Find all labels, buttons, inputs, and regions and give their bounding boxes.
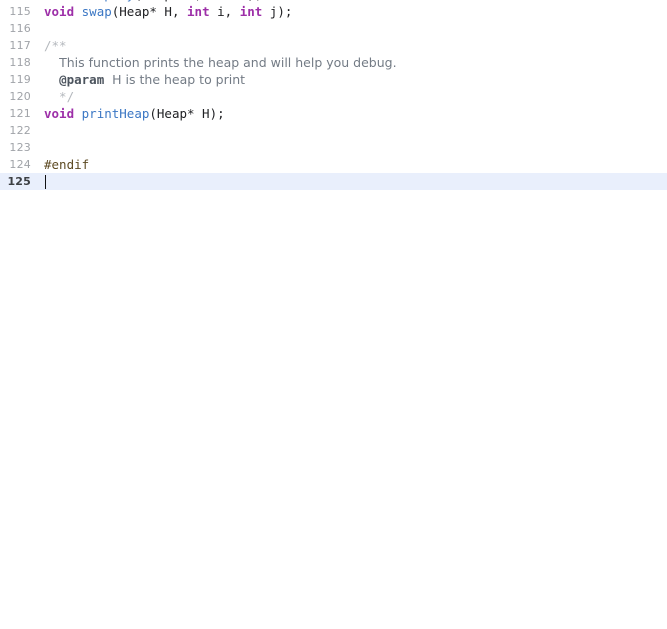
code-line-text: */ [44, 88, 74, 105]
code-token-doc-tag: @param [59, 72, 105, 87]
code-line-text: This function prints the heap and will h… [44, 54, 397, 71]
code-line[interactable]: 122 [0, 122, 667, 139]
code-line[interactable]: 124 #endif [0, 156, 667, 173]
code-token-kw: void [44, 4, 82, 19]
code-line-text: @param H is the heap to print [44, 71, 245, 88]
code-line[interactable]: 116 [0, 20, 667, 37]
text-cursor [45, 175, 46, 189]
line-number: 125 [7, 175, 31, 188]
line-number: 122 [9, 124, 31, 137]
code-token-kw: int [187, 4, 210, 19]
code-token-comment [44, 72, 59, 87]
code-token-kw: int [210, 0, 233, 2]
code-line-text: /** [44, 37, 67, 54]
line-number: 124 [9, 158, 31, 171]
code-line[interactable]: 115 void swap(Heap* H, int i, int j); [0, 3, 667, 20]
line-number: 117 [9, 39, 31, 52]
code-token-plain: i); [232, 0, 263, 2]
code-token-comment: /** [44, 38, 67, 53]
line-number: 115 [9, 5, 31, 18]
code-editor[interactable]: 114void heapify(Heap* H, int i);115void … [0, 0, 667, 614]
code-token-plain: j); [262, 4, 293, 19]
line-number: 123 [9, 141, 31, 154]
code-line[interactable]: 123 [0, 139, 667, 156]
code-line[interactable]: 118 This function prints the heap and wi… [0, 54, 667, 71]
code-token-plain: (Heap* H); [149, 106, 225, 121]
code-token-doc: H is the heap to print [104, 72, 246, 87]
code-line-text: void printHeap(Heap* H); [44, 105, 225, 122]
code-line[interactable]: 117 /** [0, 37, 667, 54]
code-lines-container[interactable]: 114void heapify(Heap* H, int i);115void … [0, 0, 667, 190]
code-token-plain: i, [209, 4, 240, 19]
code-line[interactable]: 121 void printHeap(Heap* H); [0, 105, 667, 122]
code-token-fn: printHeap [81, 106, 150, 121]
code-token-fn: heapify [82, 0, 135, 2]
code-token-kw: int [239, 4, 263, 19]
code-token-kw: void [44, 0, 82, 2]
code-token-preproc: #endif [44, 157, 90, 172]
line-number: 119 [9, 73, 31, 86]
code-token-comment [44, 55, 59, 70]
line-number: 120 [9, 90, 31, 103]
code-token-comment: */ [44, 89, 75, 104]
code-line[interactable]: 120 */ [0, 88, 667, 105]
line-number: 121 [9, 107, 31, 120]
code-token-kw: void [44, 106, 82, 121]
code-line[interactable]: 119 @param H is the heap to print [0, 71, 667, 88]
code-token-doc: This function prints the heap and will h… [59, 55, 397, 70]
code-line-text: void swap(Heap* H, int i, int j); [44, 3, 292, 20]
line-number: 118 [9, 56, 31, 69]
code-token-plain: (Heap* H, [134, 0, 209, 2]
code-token-fn: swap [81, 4, 112, 19]
code-token-plain: (Heap* H, [111, 4, 188, 19]
line-number: 116 [9, 22, 31, 35]
code-line[interactable]: 125 [0, 173, 667, 190]
code-line-text: #endif [44, 156, 89, 173]
